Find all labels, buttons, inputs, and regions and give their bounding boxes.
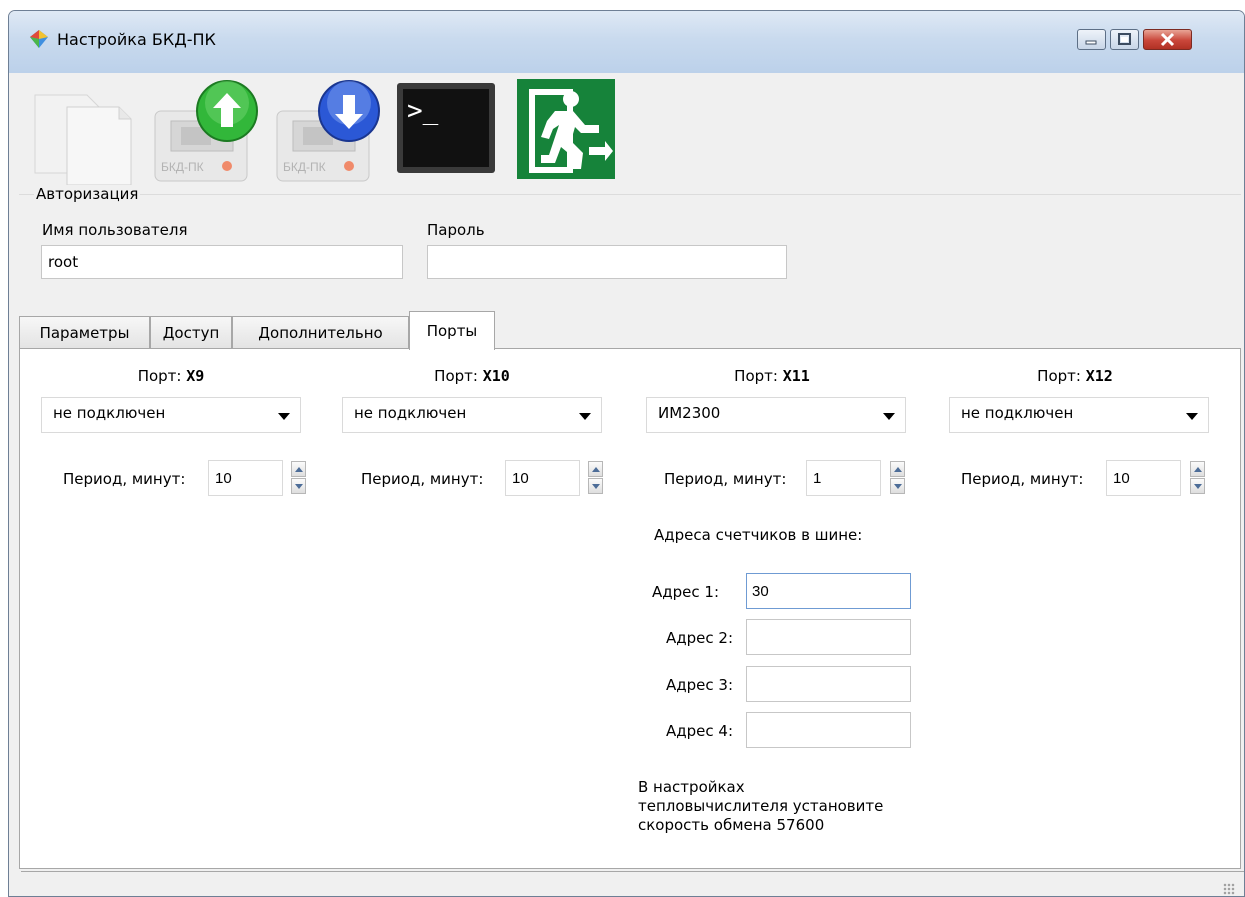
port-name: X10 [482, 367, 510, 385]
password-label: Пароль [427, 221, 485, 239]
username-field[interactable] [41, 245, 403, 279]
port-x11-period-spinner[interactable] [890, 461, 906, 495]
new-document-icon [34, 94, 132, 186]
tab-parameters[interactable]: Параметры [19, 316, 150, 349]
port-x10-period-spinner[interactable] [588, 461, 604, 495]
address-3-field[interactable] [746, 666, 911, 702]
port-x11-device-select[interactable]: ИМ2300 [646, 397, 906, 433]
tab-additional[interactable]: Дополнительно [232, 316, 409, 349]
chevron-down-icon [883, 413, 895, 420]
window-title: Настройка БКД-ПК [57, 30, 216, 49]
upload-button[interactable]: БКД-ПК [149, 77, 271, 187]
port-name: X12 [1085, 367, 1113, 385]
chevron-down-icon [579, 413, 591, 420]
exit-icon [517, 79, 615, 179]
port-x12-period-spinner[interactable] [1190, 461, 1206, 495]
resize-grip-icon[interactable] [1223, 883, 1235, 895]
tab-access[interactable]: Доступ [150, 316, 232, 349]
spin-up-icon[interactable] [588, 461, 603, 477]
address-1-label: Адрес 1: [652, 583, 719, 601]
port-x10-device-select[interactable]: не подключен [342, 397, 602, 433]
maximize-icon [1118, 33, 1131, 45]
address-4-label: Адрес 4: [666, 722, 733, 740]
baud-rate-note: В настройках тепловычислителя установите… [638, 778, 884, 834]
spin-down-icon[interactable] [291, 478, 306, 494]
port-title-x10: Порт: X10 [342, 367, 602, 385]
terminal-button[interactable]: >_ [395, 81, 497, 175]
main-window: Настройка БКД-ПК БКД-ПК БКД-ПК >_ Автори… [8, 10, 1245, 897]
selected-value: не подключен [53, 404, 166, 422]
tab-bar: Параметры Доступ Дополнительно Порты [19, 311, 1241, 350]
device-label: БКД-ПК [283, 160, 326, 174]
minimize-button[interactable] [1077, 29, 1106, 50]
spin-down-icon[interactable] [1190, 478, 1205, 494]
period-label: Период, минут: [63, 470, 186, 488]
exit-button[interactable] [515, 77, 617, 181]
port-x9-device-select[interactable]: не подключен [41, 397, 301, 433]
port-x11-period-input[interactable] [806, 460, 881, 496]
address-2-field[interactable] [746, 619, 911, 655]
address-4-field[interactable] [746, 712, 911, 748]
password-field[interactable] [427, 245, 787, 279]
address-2-label: Адрес 2: [666, 629, 733, 647]
auth-legend: Авторизация [34, 185, 141, 203]
port-prefix: Порт: [434, 367, 483, 385]
port-x9-period-spinner[interactable] [291, 461, 307, 495]
port-x12-device-select[interactable]: не подключен [949, 397, 1209, 433]
port-prefix: Порт: [1037, 367, 1086, 385]
minimize-icon [1085, 40, 1097, 45]
selected-value: не подключен [354, 404, 467, 422]
terminal-icon: >_ [397, 83, 495, 173]
spin-up-icon[interactable] [890, 461, 905, 477]
download-button[interactable]: БКД-ПК [271, 77, 393, 187]
port-title-x9: Порт: X9 [41, 367, 301, 385]
port-title-x12: Порт: X12 [945, 367, 1205, 385]
app-icon [30, 30, 48, 48]
status-bar [21, 871, 1244, 896]
terminal-prompt: >_ [407, 96, 439, 126]
username-label: Имя пользователя [42, 221, 188, 239]
close-icon [1160, 32, 1175, 47]
spin-up-icon[interactable] [1190, 461, 1205, 477]
period-label: Период, минут: [361, 470, 484, 488]
chevron-down-icon [278, 413, 290, 420]
port-prefix: Порт: [734, 367, 783, 385]
selected-value: не подключен [961, 404, 1074, 422]
period-label: Период, минут: [664, 470, 787, 488]
spin-down-icon[interactable] [588, 478, 603, 494]
upload-to-device-icon: БКД-ПК [154, 80, 258, 182]
selected-value: ИМ2300 [658, 404, 721, 422]
download-from-device-icon: БКД-ПК [276, 80, 380, 182]
port-x10-period-input[interactable] [505, 460, 580, 496]
spin-up-icon[interactable] [291, 461, 306, 477]
spin-down-icon[interactable] [890, 478, 905, 494]
port-x9-period-input[interactable] [208, 460, 283, 496]
new-document-button[interactable] [27, 87, 137, 192]
addresses-heading: Адреса счетчиков в шине: [654, 526, 863, 544]
port-title-x11: Порт: X11 [642, 367, 902, 385]
maximize-button[interactable] [1110, 29, 1139, 50]
chevron-down-icon [1186, 413, 1198, 420]
tab-ports[interactable]: Порты [409, 311, 495, 350]
device-label: БКД-ПК [161, 160, 204, 174]
period-label: Период, минут: [961, 470, 1084, 488]
port-prefix: Порт: [137, 367, 187, 385]
close-button[interactable] [1143, 29, 1192, 50]
title-bar: Настройка БКД-ПК [9, 11, 1244, 73]
address-3-label: Адрес 3: [666, 676, 733, 694]
port-x12-period-input[interactable] [1106, 460, 1181, 496]
port-name: X9 [186, 367, 205, 385]
port-name: X11 [782, 367, 810, 385]
address-1-field[interactable] [746, 573, 911, 609]
